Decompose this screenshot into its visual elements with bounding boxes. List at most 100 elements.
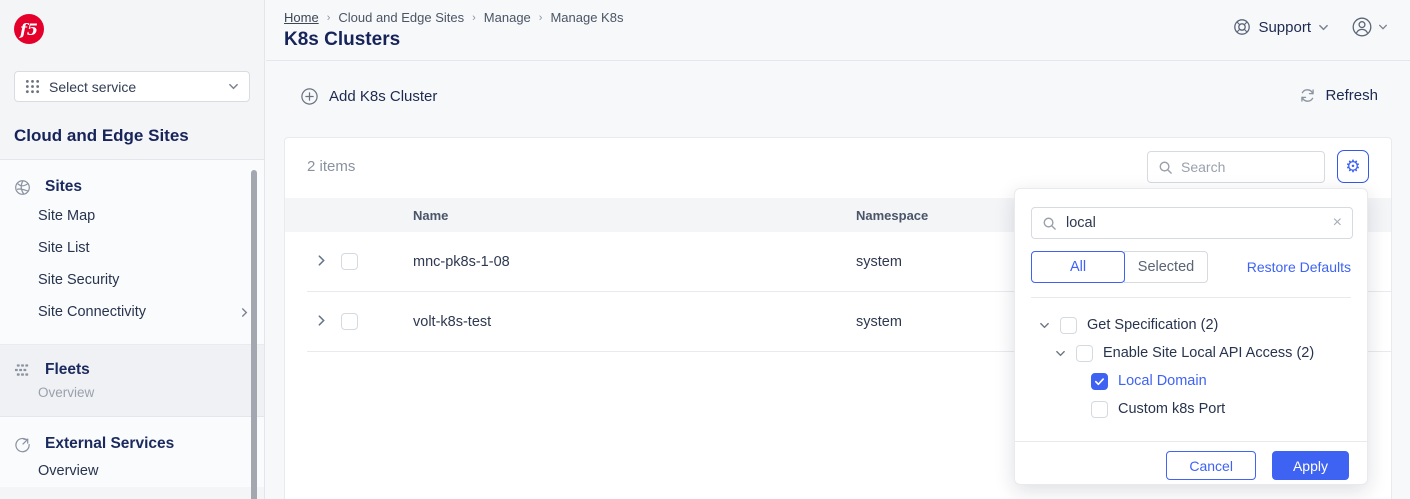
sidebar-section-label: External Services	[45, 435, 175, 452]
sidebar-section-external-services: External Services Overview	[0, 417, 264, 487]
service-selector-label: Select service	[49, 78, 137, 95]
search-icon	[1042, 216, 1057, 231]
sidebar: f5 Select service Cloud and Edge Sites S…	[0, 0, 265, 499]
sidebar-item-label: Site Map	[38, 208, 96, 224]
sidebar-item-label: Site List	[38, 240, 90, 256]
sidebar-item-site-map[interactable]: Site Map	[0, 200, 264, 232]
panel-search[interactable]: ×	[1031, 207, 1353, 239]
column-tree: Get Specification (2) Enable Site Local …	[1015, 311, 1367, 423]
breadcrumb-manage-k8s[interactable]: Manage K8s	[550, 10, 623, 25]
tree-checkbox[interactable]	[1060, 316, 1077, 334]
chevron-down-icon	[1318, 22, 1329, 33]
grid-icon	[25, 79, 40, 94]
column-settings-panel: × All Selected Restore Defaults Get Spec…	[1014, 188, 1368, 485]
refresh-label: Refresh	[1325, 87, 1378, 104]
column-header-namespace: Namespace	[856, 207, 929, 223]
sidebar-header: f5 Select service Cloud and Edge Sites	[0, 0, 264, 160]
panel-divider	[1031, 297, 1351, 298]
fleets-icon	[14, 362, 31, 379]
tab-selected[interactable]: Selected	[1124, 251, 1208, 283]
sidebar-section-label: Sites	[45, 178, 83, 195]
sidebar-item-site-connectivity[interactable]: Site Connectivity	[0, 296, 264, 328]
cell-namespace: system	[856, 314, 902, 330]
sidebar-item-sites[interactable]: Sites	[0, 174, 264, 200]
expand-row-icon[interactable]	[315, 254, 328, 267]
chevron-down-icon	[1378, 22, 1388, 32]
items-count: 2 items	[307, 158, 356, 175]
breadcrumb-manage[interactable]: Manage	[484, 10, 531, 25]
apply-button[interactable]: Apply	[1271, 451, 1349, 480]
tree-item-label[interactable]: Get Specification (2)	[1087, 317, 1218, 333]
search-icon	[1158, 160, 1173, 175]
sidebar-section-fleets: Fleets Overview	[0, 345, 264, 417]
row-checkbox[interactable]	[341, 313, 358, 330]
tree-item-get-specification: Get Specification (2)	[1015, 311, 1367, 339]
sidebar-item-site-security[interactable]: Site Security	[0, 264, 264, 296]
account-menu[interactable]	[1351, 16, 1388, 38]
chevron-right-icon	[239, 307, 250, 318]
column-header-name: Name	[413, 207, 449, 223]
page-header: Home › Cloud and Edge Sites › Manage › M…	[266, 0, 1410, 61]
chevron-down-icon[interactable]	[1055, 348, 1066, 359]
f5-logo-text: f5	[19, 19, 38, 39]
support-label: Support	[1258, 18, 1311, 36]
refresh-button[interactable]: Refresh	[1299, 87, 1378, 104]
breadcrumb: Home › Cloud and Edge Sites › Manage › M…	[284, 10, 623, 25]
sidebar-item-fleets-overview[interactable]: Overview	[0, 383, 264, 404]
cell-name[interactable]: mnc-pk8s-1-08	[413, 254, 510, 270]
tree-item-label[interactable]: Enable Site Local API Access (2)	[1103, 345, 1314, 361]
tab-all[interactable]: All	[1031, 251, 1125, 283]
user-avatar-icon	[1351, 16, 1373, 38]
app-window: f5 Select service Cloud and Edge Sites S…	[0, 0, 1410, 499]
tree-checkbox-checked[interactable]	[1091, 372, 1108, 390]
support-menu[interactable]: Support	[1233, 18, 1329, 36]
sidebar-scrollbar[interactable]	[251, 170, 257, 499]
plus-circle-icon	[300, 87, 319, 106]
table-search[interactable]	[1147, 151, 1325, 183]
page-title: K8s Clusters	[284, 29, 401, 50]
table-search-input[interactable]	[1181, 159, 1301, 175]
cell-namespace: system	[856, 254, 902, 270]
sidebar-item-external-services[interactable]: External Services	[0, 431, 264, 457]
breadcrumb-cloud-edge-sites[interactable]: Cloud and Edge Sites	[338, 10, 464, 25]
breadcrumb-home[interactable]: Home	[284, 10, 319, 25]
action-bar: Add K8s Cluster Refresh	[266, 61, 1410, 137]
tree-checkbox[interactable]	[1091, 400, 1108, 418]
chevron-down-icon[interactable]	[1039, 320, 1050, 331]
row-checkbox[interactable]	[341, 253, 358, 270]
sidebar-section-label: Fleets	[45, 361, 90, 378]
tree-item-enable-site-local-api-access: Enable Site Local API Access (2)	[1015, 339, 1367, 367]
sidebar-item-external-overview[interactable]: Overview	[0, 457, 264, 479]
tree-checkbox[interactable]	[1076, 344, 1093, 362]
external-services-icon	[14, 436, 31, 453]
sidebar-item-label: Site Security	[38, 272, 120, 288]
sidebar-section-sites: Sites Site Map Site List Site Security S…	[0, 160, 264, 345]
cell-name[interactable]: volt-k8s-test	[413, 314, 491, 330]
restore-defaults-link[interactable]: Restore Defaults	[1247, 259, 1351, 275]
cancel-button[interactable]: Cancel	[1166, 451, 1256, 480]
add-k8s-cluster-button[interactable]: Add K8s Cluster	[300, 87, 437, 106]
f5-logo[interactable]: f5	[14, 14, 44, 44]
tree-item-custom-k8s-port: Custom k8s Port	[1015, 395, 1367, 423]
sidebar-item-fleets[interactable]: Fleets	[0, 357, 264, 383]
column-settings-button[interactable]: ⚙	[1337, 150, 1369, 183]
service-selector[interactable]: Select service	[14, 71, 250, 102]
panel-filter-row: All Selected Restore Defaults	[1031, 251, 1351, 283]
add-k8s-cluster-label: Add K8s Cluster	[329, 88, 438, 105]
chevron-down-icon	[228, 81, 239, 92]
sidebar-item-label: Site Connectivity	[38, 304, 146, 320]
breadcrumb-separator: ›	[538, 11, 543, 24]
tree-item-label[interactable]: Local Domain	[1118, 373, 1207, 389]
expand-row-icon[interactable]	[315, 314, 328, 327]
tree-item-local-domain: Local Domain	[1015, 367, 1367, 395]
panel-search-input[interactable]	[1066, 215, 1324, 231]
support-icon	[1233, 18, 1251, 36]
tree-item-label[interactable]: Custom k8s Port	[1118, 401, 1225, 417]
clear-search-icon[interactable]: ×	[1333, 215, 1342, 231]
panel-footer: Cancel Apply	[1015, 451, 1349, 480]
globe-icon	[14, 179, 31, 196]
sidebar-item-site-list[interactable]: Site List	[0, 232, 264, 264]
gear-icon: ⚙	[1345, 157, 1361, 176]
refresh-icon	[1299, 87, 1316, 104]
sidebar-title: Cloud and Edge Sites	[14, 126, 189, 145]
